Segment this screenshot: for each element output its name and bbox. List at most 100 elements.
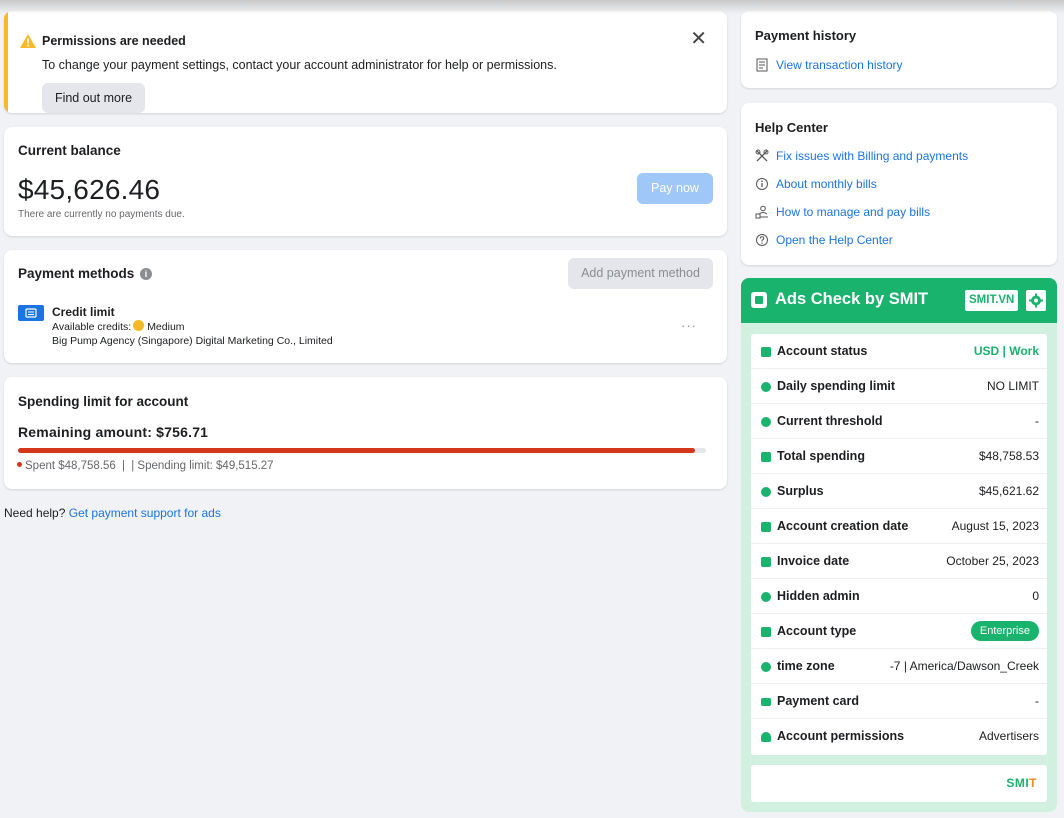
row-value: USD | Work <box>973 344 1039 358</box>
spending-progress-fill <box>18 448 696 453</box>
row-value: 0 <box>1032 589 1039 603</box>
spending-limit-card: Spending limit for account Remaining amo… <box>4 377 727 489</box>
row-label: Daily spending limit <box>777 379 896 393</box>
available-credits: Available credits: Medium <box>52 320 185 333</box>
current-balance-card: Current balance $45,626.46 There are cur… <box>4 127 727 236</box>
time-zone-row: time zone -7 | America/Dawson_Creek <box>751 649 1047 684</box>
help-link-label: Fix issues with Billing and payments <box>776 149 969 163</box>
invoice-date-row: Invoice date October 25, 2023 <box>751 544 1047 579</box>
smit-vn-badge[interactable]: SMIT.VN <box>965 290 1019 311</box>
remaining-amount: Remaining amount: $756.71 <box>18 424 209 440</box>
need-help-text: Need help? <box>4 506 66 520</box>
alert-accent-bar <box>4 11 8 113</box>
receipt-icon <box>756 58 768 72</box>
card-icon <box>761 698 771 706</box>
info-icon <box>756 178 768 190</box>
view-transaction-history-label: View transaction history <box>776 58 903 72</box>
help-link-monthly-bills[interactable]: About monthly bills <box>755 177 877 191</box>
shield-icon <box>761 592 771 602</box>
limit-icon <box>761 382 771 392</box>
clock-icon <box>761 662 771 672</box>
gear-icon[interactable] <box>1026 290 1046 311</box>
payment-history-card: Payment history View transaction history <box>741 11 1057 88</box>
row-label: Account type <box>777 624 857 638</box>
payment-support-link[interactable]: Get payment support for ads <box>69 506 221 520</box>
row-label: Current threshold <box>777 414 883 428</box>
help-center-title: Help Center <box>755 120 828 135</box>
help-center-card: Help Center Fix issues with Billing and … <box>741 103 1057 265</box>
row-value: $45,621.62 <box>978 484 1039 498</box>
row-value: - <box>1035 414 1039 428</box>
close-icon[interactable]: ✕ <box>690 29 707 49</box>
enterprise-badge: Enterprise <box>970 621 1039 641</box>
info-icon[interactable]: i <box>140 268 152 280</box>
available-credits-label: Available credits: <box>52 321 132 333</box>
total-spending-row: Total spending $48,758.53 <box>751 439 1047 474</box>
payment-card-row: Payment card - <box>751 684 1047 719</box>
row-label: Payment card <box>777 694 859 708</box>
spending-legend: Spent $48,758.56 | | Spending limit: $49… <box>17 460 274 472</box>
daily-spending-limit-row: Daily spending limit NO LIMIT <box>751 369 1047 404</box>
row-label: Hidden admin <box>777 589 860 603</box>
help-link-manage-bills[interactable]: How to manage and pay bills <box>755 205 930 219</box>
help-link-label: How to manage and pay bills <box>776 205 931 219</box>
help-link-billing[interactable]: Fix issues with Billing and payments <box>755 149 968 163</box>
account-creation-date-row: Account creation date August 15, 2023 <box>751 509 1047 544</box>
current-threshold-row: Current threshold - <box>751 404 1047 439</box>
spent-dot-icon <box>17 462 22 467</box>
balance-amount: $45,626.46 <box>18 174 161 205</box>
row-value: - <box>1035 694 1039 708</box>
help-link-label: Open the Help Center <box>776 233 893 247</box>
row-value: -7 | America/Dawson_Creek <box>889 659 1039 673</box>
alert-description: To change your payment settings, contact… <box>42 58 557 72</box>
row-label: Account status <box>777 344 868 358</box>
credit-limit-name: Credit limit <box>52 305 115 319</box>
payment-methods-title: Payment methods <box>18 266 135 281</box>
account-permissions-row: Account permissions Advertisers <box>751 719 1047 754</box>
view-transaction-history-link[interactable]: View transaction history <box>755 58 903 72</box>
row-label: time zone <box>777 659 835 673</box>
row-value: October 25, 2023 <box>946 554 1039 568</box>
users-icon <box>761 732 771 742</box>
no-payments-note: There are currently no payments due. <box>18 209 185 220</box>
brand-part: T <box>1029 776 1037 790</box>
check-icon <box>133 320 145 331</box>
help-link-open-help-center[interactable]: Open the Help Center <box>755 233 893 247</box>
permissions-alert: Permissions are needed ✕ To change your … <box>4 11 727 113</box>
chart-icon <box>761 347 771 357</box>
ads-check-title: Ads Check by SMIT <box>775 290 929 308</box>
payment-methods-card: Payment methods i Add payment method Cre… <box>4 250 727 363</box>
balance-title: Current balance <box>18 143 121 158</box>
payer-icon <box>755 205 768 219</box>
row-label: Account permissions <box>777 729 905 743</box>
find-out-more-button[interactable]: Find out more <box>42 83 145 113</box>
row-value: Advertisers <box>978 729 1039 743</box>
ads-check-footer: SMIT <box>751 765 1047 802</box>
surplus-row: Surplus $45,621.62 <box>751 474 1047 509</box>
payment-history-title: Payment history <box>755 28 857 43</box>
invoice-icon <box>761 557 771 567</box>
account-status-row: Account status USD | Work <box>751 334 1047 369</box>
row-label: Invoice date <box>777 554 850 568</box>
warning-icon <box>20 34 36 48</box>
question-icon <box>756 234 768 246</box>
add-payment-method-button[interactable]: Add payment method <box>568 258 713 289</box>
ads-check-header: Ads Check by SMIT SMIT.VN <box>741 278 1057 323</box>
available-credits-value: Medium <box>147 321 185 333</box>
row-value: August 15, 2023 <box>951 519 1039 533</box>
more-options-icon[interactable]: ··· <box>681 318 697 333</box>
calendar-icon <box>761 522 771 532</box>
row-value: NO LIMIT <box>986 379 1039 393</box>
company-name: Big Pump Agency (Singapore) Digital Mark… <box>52 335 333 347</box>
spending-limit-value: | Spending limit: $49,515.27 <box>131 460 274 472</box>
pay-now-button[interactable]: Pay now <box>637 173 713 204</box>
ads-check-logo-icon <box>751 292 767 308</box>
account-icon <box>761 627 771 637</box>
tools-icon <box>755 149 769 162</box>
dollar-icon <box>761 487 771 497</box>
row-label: Account creation date <box>777 519 909 533</box>
ads-check-list: Account status USD | Work Daily spending… <box>751 334 1047 755</box>
hidden-admin-row: Hidden admin 0 <box>751 579 1047 614</box>
row-value: $48,758.53 <box>978 449 1039 463</box>
smit-brand-logo: SMIT <box>1006 776 1037 790</box>
